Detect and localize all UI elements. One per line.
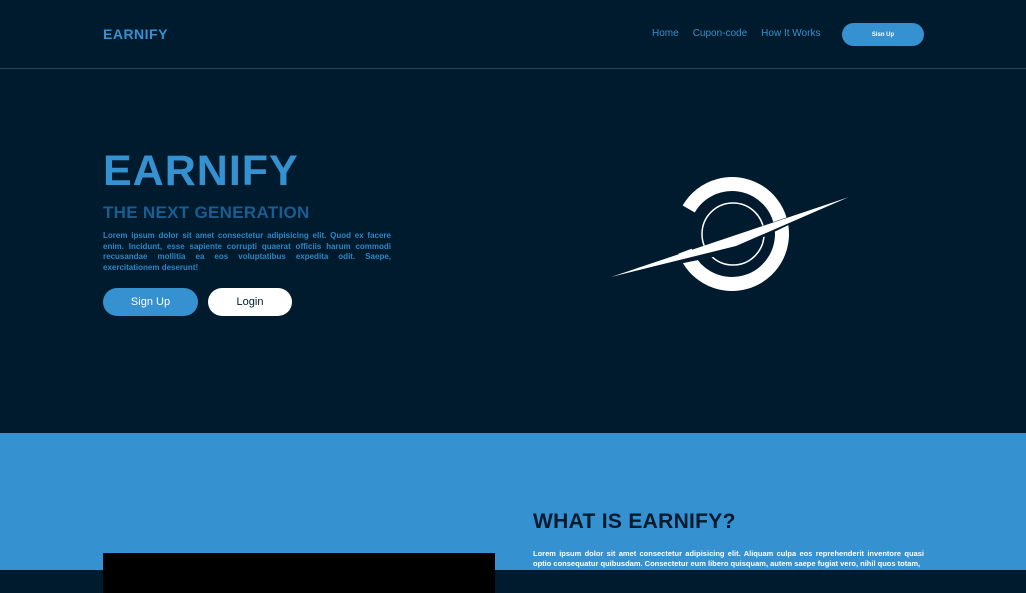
hero-login-button[interactable]: Login [208, 288, 292, 316]
nav-link-cupon-code[interactable]: Cupon-code [693, 28, 747, 39]
nav-signup-button[interactable]: Sisn Up [842, 23, 924, 46]
hero-section: EARNIFY THE NEXT GENERATION Lorem ipsum … [0, 69, 1026, 433]
nav-links: Home Cupon-code How It Works [652, 28, 820, 39]
hero-title: EARNIFY [103, 147, 299, 195]
hero-subtitle: THE NEXT GENERATION [103, 203, 310, 222]
top-navbar: EARNIFY Home Cupon-code How It Works Sis… [0, 0, 1026, 69]
video-placeholder[interactable] [103, 553, 495, 593]
planet-logo-icon [610, 177, 849, 291]
nav-link-home[interactable]: Home [652, 28, 679, 39]
about-section: WHAT IS EARNIFY? Lorem ipsum dolor sit a… [0, 433, 1026, 593]
hero-signup-button[interactable]: Sign Up [103, 288, 198, 316]
about-title: WHAT IS EARNIFY? [533, 510, 736, 533]
about-description: Lorem ipsum dolor sit amet consectetur a… [533, 549, 924, 568]
hero-description: Lorem ipsum dolor sit amet consectetur a… [103, 231, 391, 272]
nav-link-how-it-works[interactable]: How It Works [761, 28, 820, 39]
brand-logo[interactable]: EARNIFY [103, 26, 168, 42]
